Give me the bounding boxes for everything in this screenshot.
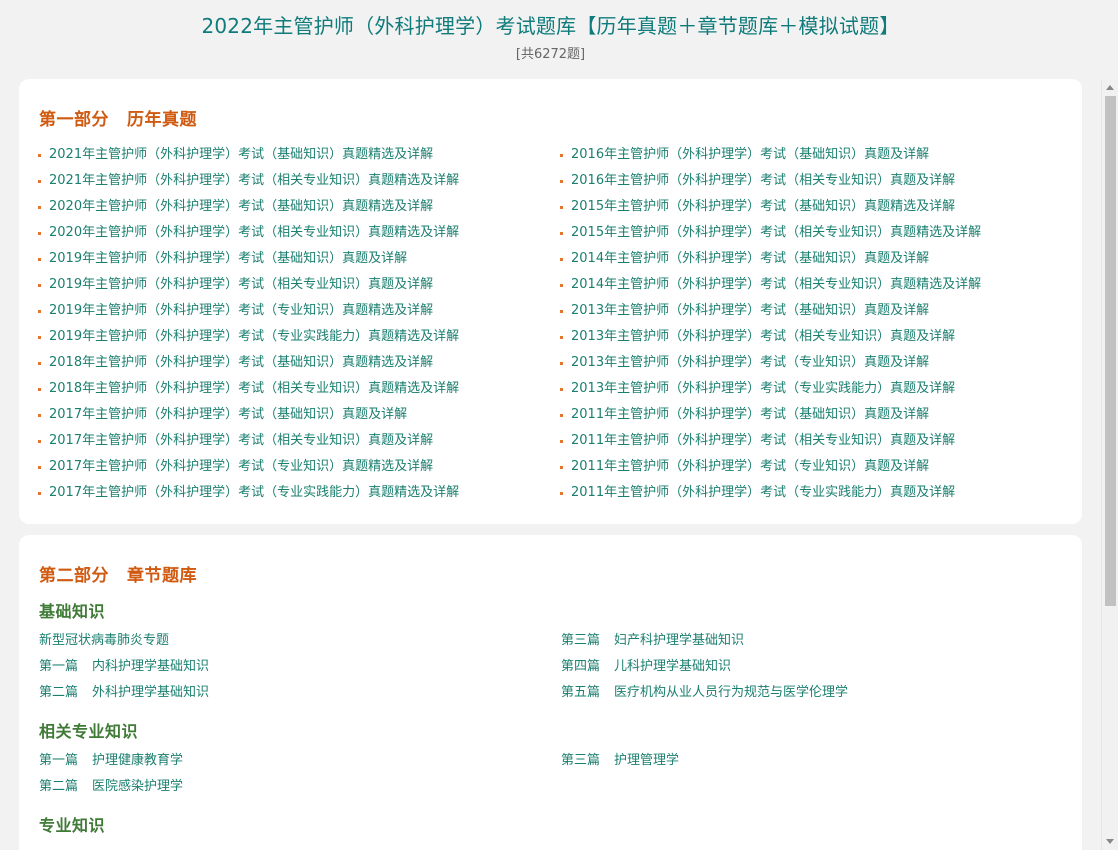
past-exam-link[interactable]: 2018年主管护师（外科护理学）考试（相关专业知识）真题精选及详解 [38, 376, 518, 402]
past-exams-card: 第一部分 历年真题 2021年主管护师（外科护理学）考试（基础知识）真题精选及详解… [19, 79, 1082, 524]
group-title-related-knowledge: 相关专业知识 [39, 722, 139, 741]
chapter-link[interactable]: 第三篇 护理管理学 [561, 748, 679, 774]
chapter-link[interactable]: 第一篇 内科护理学基础知识 [39, 654, 209, 680]
page: 2022年主管护师（外科护理学）考试题库【历年真题＋章节题库＋模拟试题】 [共6… [0, 0, 1101, 850]
chapter-number: 第五篇 [561, 685, 601, 700]
past-exam-link[interactable]: 2013年主管护师（外科护理学）考试（专业知识）真题及详解 [560, 350, 1030, 376]
past-exam-link[interactable]: 2017年主管护师（外科护理学）考试（基础知识）真题及详解 [38, 402, 518, 428]
past-exam-link[interactable]: 2015年主管护师（外科护理学）考试（相关专业知识）真题精选及详解 [560, 220, 1030, 246]
chapter-number: 第三篇 [561, 633, 601, 648]
chapter-list-related-right: 第三篇 护理管理学 [561, 748, 679, 774]
past-exam-link[interactable]: 2017年主管护师（外科护理学）考试（专业知识）真题精选及详解 [38, 454, 518, 480]
past-exam-link[interactable]: 2011年主管护师（外科护理学）考试（专业实践能力）真题及详解 [560, 480, 1030, 506]
scroll-up-arrow-icon[interactable] [1106, 85, 1114, 90]
past-exam-list-right: 2016年主管护师（外科护理学）考试（基础知识）真题及详解 2016年主管护师（外… [560, 142, 1030, 506]
past-exam-link[interactable]: 2019年主管护师（外科护理学）考试（专业实践能力）真题精选及详解 [38, 324, 518, 350]
scrollbar-thumb[interactable] [1105, 96, 1116, 606]
chapter-name: 新型冠状病毒肺炎专题 [39, 633, 170, 648]
chapter-link[interactable]: 第五篇 医疗机构从业人员行为规范与医学伦理学 [561, 680, 848, 706]
chapter-name: 外科护理学基础知识 [92, 685, 210, 700]
group-title-basic-knowledge: 基础知识 [39, 602, 106, 621]
page-title: 2022年主管护师（外科护理学）考试题库【历年真题＋章节题库＋模拟试题】 [201, 14, 900, 38]
chapter-bank-card: 第二部分 章节题库 基础知识 新型冠状病毒肺炎专题 第一篇 内科护理学基础知识 第二篇外… [19, 535, 1082, 850]
chapter-link[interactable]: 第三篇 妇产科护理学基础知识 [561, 628, 848, 654]
vertical-scrollbar[interactable] [1101, 79, 1118, 850]
past-exam-link[interactable]: 2017年主管护师（外科护理学）考试（相关专业知识）真题及详解 [38, 428, 518, 454]
past-exam-link[interactable]: 2011年主管护师（外科护理学）考试（相关专业知识）真题及详解 [560, 428, 1030, 454]
section-label: 第二部分 [39, 566, 109, 586]
past-exam-link[interactable]: 2013年主管护师（外科护理学）考试（相关专业知识）真题及详解 [560, 324, 1030, 350]
section-title-chapter-bank: 第二部分 章节题库 [39, 561, 197, 586]
chapter-list-related-left: 第一篇 护理健康教育学 第二篇 医院感染护理学 [39, 748, 183, 800]
past-exam-link[interactable]: 2013年主管护师（外科护理学）考试（专业实践能力）真题及详解 [560, 376, 1030, 402]
group-title-professional-knowledge: 专业知识 [39, 816, 106, 835]
past-exam-link[interactable]: 2013年主管护师（外科护理学）考试（基础知识）真题及详解 [560, 298, 1030, 324]
past-exam-link[interactable]: 2019年主管护师（外科护理学）考试（基础知识）真题及详解 [38, 246, 518, 272]
chapter-name: 妇产科护理学基础知识 [614, 633, 745, 648]
past-exam-link[interactable]: 2019年主管护师（外科护理学）考试（专业知识）真题精选及详解 [38, 298, 518, 324]
chapter-name: 医院感染护理学 [92, 779, 184, 794]
question-count: [共6272题] [515, 47, 586, 62]
chapter-name: 医疗机构从业人员行为规范与医学伦理学 [614, 685, 849, 700]
chapter-name: 内科护理学基础知识 [92, 659, 210, 674]
chapter-number: 第一篇 [39, 659, 79, 674]
past-exam-link[interactable]: 2011年主管护师（外科护理学）考试（基础知识）真题及详解 [560, 402, 1030, 428]
past-exam-link[interactable]: 2020年主管护师（外科护理学）考试（基础知识）真题精选及详解 [38, 194, 518, 220]
past-exam-link[interactable]: 2021年主管护师（外科护理学）考试（基础知识）真题精选及详解 [38, 142, 518, 168]
past-exam-link[interactable]: 2016年主管护师（外科护理学）考试（基础知识）真题及详解 [560, 142, 1030, 168]
past-exam-link[interactable]: 2020年主管护师（外科护理学）考试（相关专业知识）真题精选及详解 [38, 220, 518, 246]
chapter-link[interactable]: 第一篇 护理健康教育学 [39, 748, 183, 774]
section-name: 历年真题 [127, 110, 197, 130]
chapter-number: 第二篇 [39, 685, 79, 700]
chapter-number: 第一篇 [39, 753, 79, 768]
chapter-list-basic-left: 新型冠状病毒肺炎专题 第一篇 内科护理学基础知识 第二篇 外科护理学基础知识 [39, 628, 209, 706]
past-exam-link[interactable]: 2011年主管护师（外科护理学）考试（专业知识）真题及详解 [560, 454, 1030, 480]
past-exam-link[interactable]: 2014年主管护师（外科护理学）考试（基础知识）真题及详解 [560, 246, 1030, 272]
chapter-link[interactable]: 第二篇 外科护理学基础知识 [39, 680, 209, 706]
chapter-number: 第四篇 [561, 659, 601, 674]
past-exam-link[interactable]: 2021年主管护师（外科护理学）考试（相关专业知识）真题精选及详解 [38, 168, 518, 194]
past-exam-link[interactable]: 2018年主管护师（外科护理学）考试（基础知识）真题精选及详解 [38, 350, 518, 376]
chapter-name: 护理健康教育学 [92, 753, 184, 768]
past-exam-link[interactable]: 2016年主管护师（外科护理学）考试（相关专业知识）真题及详解 [560, 168, 1030, 194]
chapter-name: 护理管理学 [614, 753, 680, 768]
past-exam-link[interactable]: 2019年主管护师（外科护理学）考试（相关专业知识）真题及详解 [38, 272, 518, 298]
past-exam-link[interactable]: 2017年主管护师（外科护理学）考试（专业实践能力）真题精选及详解 [38, 480, 518, 506]
past-exam-link[interactable]: 2015年主管护师（外科护理学）考试（基础知识）真题精选及详解 [560, 194, 1030, 220]
past-exam-link[interactable]: 2014年主管护师（外科护理学）考试（相关专业知识）真题精选及详解 [560, 272, 1030, 298]
section-title-past-exams: 第一部分 历年真题 [39, 105, 197, 130]
section-name: 章节题库 [127, 566, 197, 586]
chapter-link[interactable]: 第四篇 儿科护理学基础知识 [561, 654, 848, 680]
chapter-name: 儿科护理学基础知识 [614, 659, 732, 674]
chapter-link[interactable]: 第二篇 医院感染护理学 [39, 774, 183, 800]
chapter-link[interactable]: 新型冠状病毒肺炎专题 [39, 628, 209, 654]
chapter-list-basic-right: 第三篇 妇产科护理学基础知识 第四篇 儿科护理学基础知识 第五篇 医疗机构从业人员行为规范… [561, 628, 848, 706]
section-label: 第一部分 [39, 110, 109, 130]
chapter-number: 第二篇 [39, 779, 79, 794]
past-exam-list-left: 2021年主管护师（外科护理学）考试（基础知识）真题精选及详解 2021年主管护师… [38, 142, 518, 506]
scroll-down-arrow-icon[interactable] [1106, 839, 1114, 844]
chapter-number: 第三篇 [561, 753, 601, 768]
